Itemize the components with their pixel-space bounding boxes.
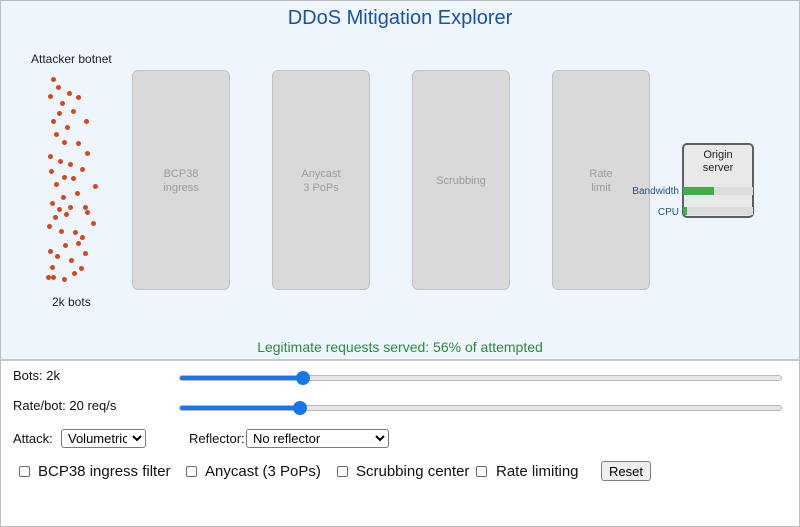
bandwidth-meter: [683, 187, 753, 195]
scrubbing-checkbox-label[interactable]: Scrubbing center: [356, 463, 469, 480]
bot-dot: [54, 182, 59, 187]
bot-dot: [51, 119, 56, 124]
served-status: Legitimate requests served: 56% of attem…: [257, 339, 543, 355]
bot-dot: [79, 266, 84, 271]
bot-dot: [62, 175, 67, 180]
origin-server-title: Origin server: [702, 149, 734, 174]
bot-dot: [71, 176, 76, 181]
bot-dot: [84, 119, 89, 124]
bot-dot: [64, 212, 69, 217]
bot-dot: [62, 277, 67, 282]
bcp38-checkbox-label[interactable]: BCP38 ingress filter: [38, 463, 171, 480]
rate-slider[interactable]: [179, 401, 782, 415]
bot-dot: [76, 141, 81, 146]
bot-dot: [71, 109, 76, 114]
bot-dot: [80, 167, 85, 172]
stage-bcp38: BCP38 ingress: [132, 70, 230, 290]
bandwidth-meter-fill: [683, 187, 714, 195]
bot-dot: [80, 235, 85, 240]
bot-dot: [58, 159, 63, 164]
rate-slider-thumb[interactable]: [293, 401, 308, 415]
bot-dot: [56, 85, 61, 90]
bot-dot: [65, 125, 70, 130]
bots-slider[interactable]: [179, 371, 782, 385]
page-title: DDoS Mitigation Explorer: [287, 7, 513, 29]
cpu-meter-fill: [683, 207, 688, 215]
cpu-meter: [683, 207, 753, 215]
anycast-checkbox[interactable]: [186, 466, 197, 477]
bot-dot: [85, 210, 90, 215]
bot-dot: [60, 101, 65, 106]
bot-dot: [50, 201, 55, 206]
stage-scrubbing: Scrubbing: [412, 70, 510, 290]
bots-label: Bots: 2k: [13, 368, 60, 383]
bot-dot: [48, 154, 53, 159]
bot-dot: [51, 275, 56, 280]
bot-dot: [73, 230, 78, 235]
bot-dot: [57, 111, 62, 116]
bot-dot: [76, 95, 81, 100]
bot-dot: [61, 195, 66, 200]
bot-dot: [67, 91, 72, 96]
bot-dot: [48, 94, 53, 99]
bandwidth-label: Bandwidth: [632, 186, 679, 197]
botnet-label: Attacker botnet: [31, 52, 112, 66]
bot-dot: [53, 215, 58, 220]
bot-dot: [68, 162, 73, 167]
stage-label: BCP38 ingress: [163, 168, 199, 194]
visualization-panel: DDoS Mitigation Explorer Attacker botnet…: [1, 1, 799, 361]
bot-dot: [54, 132, 59, 137]
bot-dot: [93, 184, 98, 189]
bcp38-checkbox[interactable]: [19, 466, 30, 477]
rate-limiting-checkbox-label[interactable]: Rate limiting: [496, 463, 579, 480]
app-window: DDoS Mitigation Explorer Attacker botnet…: [0, 0, 800, 527]
rate-limiting-checkbox[interactable]: [476, 466, 487, 477]
attack-select[interactable]: Volumetric: [61, 429, 146, 448]
bot-dot: [47, 224, 52, 229]
bot-dot: [48, 249, 53, 254]
bot-dot: [68, 205, 73, 210]
bot-dot: [85, 151, 90, 156]
bots-slider-thumb[interactable]: [296, 371, 311, 385]
bot-dot: [51, 77, 56, 82]
bot-dot: [50, 265, 55, 270]
stage-label: Scrubbing: [436, 175, 486, 187]
reset-button[interactable]: Reset: [601, 461, 651, 481]
bot-dot: [62, 140, 67, 145]
stage-label: Anycast 3 PoPs: [301, 168, 341, 194]
bot-dot: [76, 241, 81, 246]
bot-dot: [55, 254, 60, 259]
cpu-label: CPU: [657, 207, 679, 218]
bot-dot: [72, 271, 77, 276]
stage-anycast: Anycast 3 PoPs: [272, 70, 370, 290]
bot-dot: [57, 207, 62, 212]
bot-dot: [49, 169, 54, 174]
bot-dot: [59, 229, 64, 234]
bot-dot: [69, 258, 74, 263]
bot-count-label: 2k bots: [52, 295, 91, 309]
reflector-label: Reflector:: [189, 431, 245, 446]
rate-slider-fill: [180, 406, 301, 410]
bots-slider-fill: [180, 376, 304, 380]
bot-dot: [63, 243, 68, 248]
bot-dot: [75, 191, 80, 196]
reflector-select[interactable]: No reflector: [246, 429, 389, 448]
anycast-checkbox-label[interactable]: Anycast (3 PoPs): [205, 463, 321, 480]
stage-rate-limit: Rate limit: [552, 70, 650, 290]
attack-label: Attack:: [13, 431, 53, 446]
bot-dot: [91, 221, 96, 226]
scrubbing-checkbox[interactable]: [337, 466, 348, 477]
bot-dot: [83, 251, 88, 256]
rate-label: Rate/bot: 20 req/s: [13, 398, 117, 413]
